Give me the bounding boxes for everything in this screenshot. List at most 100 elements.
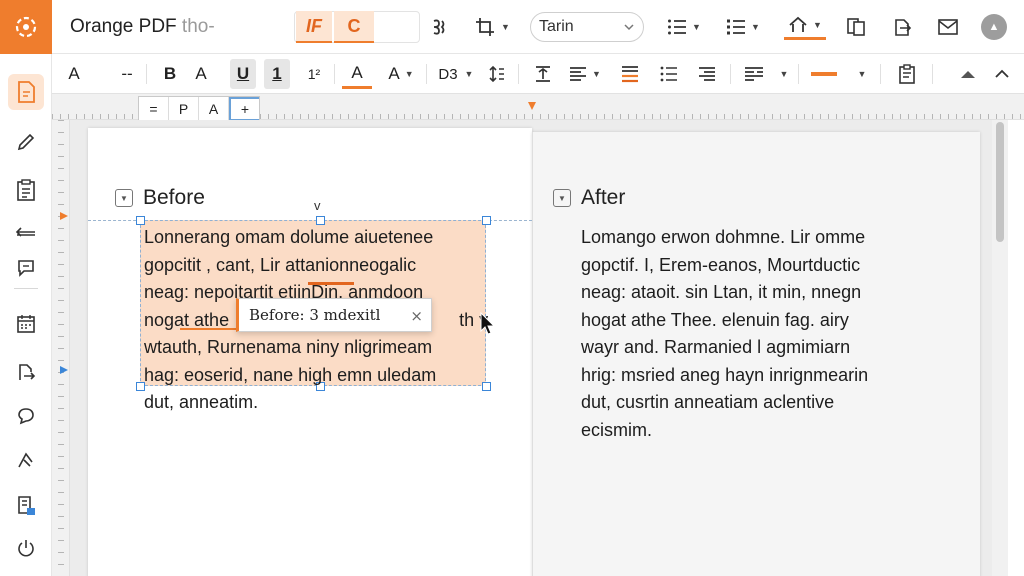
user-avatar[interactable]: ▲ xyxy=(981,14,1007,40)
align-top-button[interactable] xyxy=(532,59,554,89)
separator xyxy=(798,64,799,84)
rail-power-button[interactable] xyxy=(8,530,44,566)
vertical-scrollbar[interactable] xyxy=(992,120,1008,576)
calendar-icon xyxy=(17,315,35,333)
line-color-icon xyxy=(811,72,837,76)
mini-font-button[interactable]: A xyxy=(199,97,229,121)
rotate-handle[interactable]: v xyxy=(314,198,321,213)
highlight-lines-icon xyxy=(622,66,638,83)
ligature-button[interactable] xyxy=(428,12,450,42)
list-indent-icon xyxy=(660,66,677,82)
app-title-main: Orange PDF xyxy=(70,16,177,37)
crop-icon xyxy=(476,18,495,36)
columns-icon xyxy=(745,67,763,81)
rail-organize-button[interactable] xyxy=(8,306,44,342)
highlight-format-button[interactable]: IF xyxy=(296,11,332,43)
chevron-down-icon[interactable]: ▼ xyxy=(778,59,790,89)
export-icon xyxy=(895,19,912,36)
rail-sign-button[interactable] xyxy=(8,442,44,478)
app-logo-icon[interactable] xyxy=(0,0,52,54)
vertical-ruler[interactable] xyxy=(52,120,70,576)
pencil-icon xyxy=(17,133,35,151)
rail-forms-button[interactable] xyxy=(8,172,44,208)
before-section-header[interactable]: ▼ Before xyxy=(115,186,205,210)
rail-form-fill-button[interactable] xyxy=(8,488,44,524)
avatar-glyph: ▲ xyxy=(988,21,1000,33)
numbered-list-button[interactable]: ▼ xyxy=(722,12,764,42)
clipboard-list-icon xyxy=(17,179,35,201)
left-tool-rail xyxy=(0,54,52,576)
underline-button[interactable]: U xyxy=(230,59,256,89)
rail-compare-button[interactable] xyxy=(8,214,44,250)
text-highlight-button[interactable]: ▼ xyxy=(784,12,826,40)
text-direction-button[interactable]: D3 xyxy=(438,59,458,89)
rail-comment-button[interactable] xyxy=(8,250,44,286)
page-layout-icon xyxy=(847,18,865,36)
text-size-label: A xyxy=(388,64,400,83)
dash-button[interactable]: -- xyxy=(116,59,138,89)
separator xyxy=(146,64,147,84)
bold-button[interactable]: B xyxy=(160,59,180,89)
collapse-up-button[interactable] xyxy=(958,59,978,89)
after-section-header[interactable]: ▼ After xyxy=(553,186,625,210)
font-family-value: Tarin xyxy=(539,18,574,35)
rail-chat-button[interactable] xyxy=(8,398,44,434)
scrollbar-thumb[interactable] xyxy=(996,122,1004,242)
mail-button[interactable] xyxy=(936,12,960,42)
align-right-button[interactable] xyxy=(696,59,718,89)
mini-align-button[interactable]: = xyxy=(139,97,169,121)
before-heading: Before xyxy=(143,186,205,209)
export-button[interactable] xyxy=(890,12,914,42)
ruler-margin-marker-icon[interactable] xyxy=(60,366,68,374)
ruler-margin-marker-icon[interactable] xyxy=(60,212,68,220)
before-line: gopcitit , cant, Lir attanionneogalic xyxy=(144,254,417,275)
chevron-down-icon: ▼ xyxy=(813,19,822,30)
text-size-button[interactable]: A ▼ xyxy=(384,59,418,89)
align-text-button[interactable]: ▼ xyxy=(566,59,604,89)
rail-export-button[interactable] xyxy=(8,354,44,390)
document-canvas: ▼ Before ▼ After v Lonnerang omam dolume… xyxy=(70,120,1008,576)
bullet-list-button[interactable]: ▼ xyxy=(664,12,704,42)
line-spacing-button[interactable] xyxy=(486,59,508,89)
collapse-toggle-icon[interactable]: ▼ xyxy=(553,189,571,207)
collapse-toggle-icon[interactable]: ▼ xyxy=(115,189,133,207)
align-right-icon xyxy=(699,67,715,81)
separator xyxy=(932,64,933,84)
tooltip-text: Before: 3 mdexitl xyxy=(249,306,381,324)
after-line: gopctif. I, Erem-eanos, Mourtductic xyxy=(581,254,861,275)
close-icon[interactable]: × xyxy=(410,307,423,325)
font-size-button[interactable]: A xyxy=(190,59,212,89)
align-left-icon xyxy=(570,67,587,81)
font-style-button[interactable]: A xyxy=(64,59,84,89)
rail-edit-button[interactable] xyxy=(8,124,44,160)
mini-text-toolbar: = P A + xyxy=(138,96,260,122)
page-layout-button[interactable] xyxy=(844,12,868,42)
mini-paragraph-button[interactable]: P xyxy=(169,97,199,121)
font-color-button[interactable]: A xyxy=(342,59,372,89)
highlight-lines-button[interactable] xyxy=(618,59,642,89)
crop-tool-button[interactable]: ▼ xyxy=(470,12,514,42)
collapse-toolbar-button[interactable] xyxy=(992,59,1012,89)
superscript-button[interactable]: 1² xyxy=(302,59,326,89)
bullet-list-icon xyxy=(668,19,687,35)
chat-bubble-icon xyxy=(18,408,34,425)
app-title: Orange PDF tho- xyxy=(70,16,215,38)
ruler-indent-marker-icon[interactable] xyxy=(528,102,536,112)
after-heading: After xyxy=(581,186,626,209)
align-top-icon xyxy=(536,66,550,82)
double-underline-button[interactable]: 1 xyxy=(264,59,290,89)
change-mark xyxy=(308,282,354,285)
chevron-down-icon[interactable]: ▼ xyxy=(856,59,868,89)
mini-move-button[interactable]: + xyxy=(229,97,259,121)
rail-document-button[interactable] xyxy=(8,74,44,110)
chevron-down-icon[interactable]: ▼ xyxy=(462,59,476,89)
line-color-button[interactable] xyxy=(810,59,838,89)
list-indent-button[interactable] xyxy=(658,59,680,89)
highlight-color-button[interactable]: C xyxy=(334,11,374,43)
clipboard-button[interactable] xyxy=(896,59,918,89)
top-toolbar: Orange PDF tho- IF C ▼ Tarin ▼ ▼ ▼ ▲ xyxy=(0,0,1024,54)
columns-button[interactable] xyxy=(742,59,766,89)
after-text-block[interactable]: Lomango erwon dohmne. Lir omme gopctif. … xyxy=(581,224,901,444)
separator xyxy=(730,64,731,84)
font-family-select[interactable]: Tarin xyxy=(530,12,644,42)
